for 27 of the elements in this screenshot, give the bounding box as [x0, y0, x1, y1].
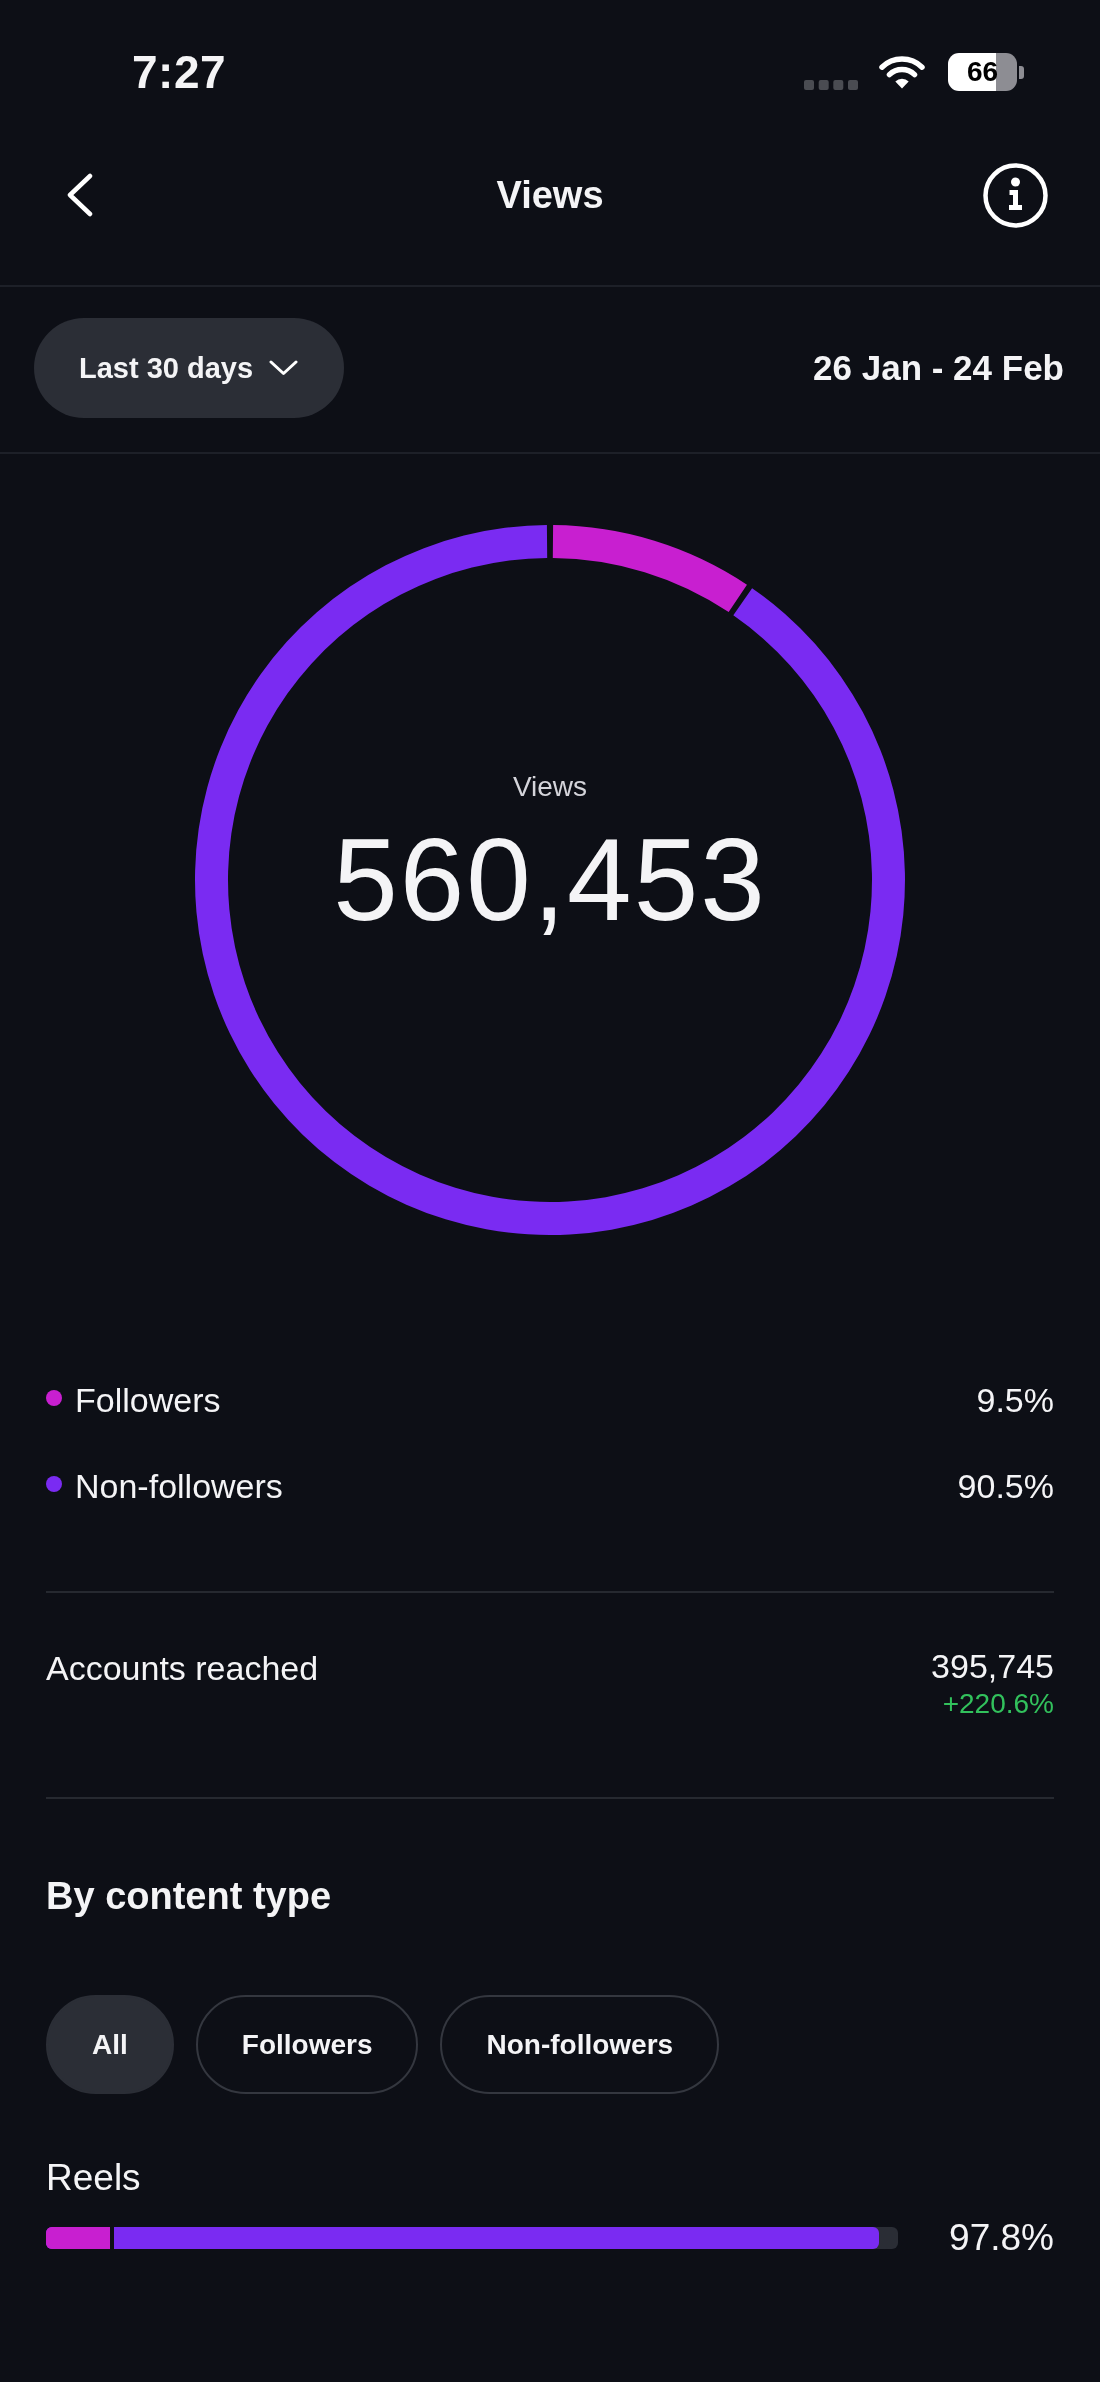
- filter-chip[interactable]: Followers: [195, 1995, 419, 2094]
- page-title: Views: [496, 173, 604, 217]
- signal-icon: [804, 80, 858, 90]
- info-button[interactable]: [983, 162, 1048, 228]
- wifi-icon: [879, 55, 925, 89]
- total-views-value: 560,453: [333, 820, 767, 940]
- metric-label: Accounts reached: [46, 1648, 319, 1689]
- legend-label: Followers: [75, 1380, 221, 1420]
- legend-percentage: 9.5%: [976, 1380, 1054, 1420]
- metric-change: +220.6%: [942, 1687, 1054, 1721]
- filter-chip[interactable]: Non-followers: [440, 1995, 720, 2094]
- chevron-down-icon: [269, 360, 299, 376]
- legend-label: Non-followers: [75, 1466, 283, 1506]
- period-dropdown[interactable]: Last 30 days: [34, 318, 345, 418]
- section-heading: By content type: [46, 1874, 333, 1919]
- chevron-left-icon: [67, 173, 93, 217]
- metric-value: 395,745: [931, 1646, 1054, 1686]
- status-time: 7:27: [132, 48, 227, 96]
- content-type-percentage: 97.8%: [948, 2217, 1054, 2259]
- filter-chip[interactable]: All: [46, 1995, 174, 2094]
- back-button[interactable]: [67, 173, 93, 217]
- chart-label: Views: [512, 772, 588, 802]
- content-type-label: Reels: [46, 2156, 142, 2200]
- info-icon: [983, 162, 1048, 228]
- battery-indicator: 66: [948, 53, 1024, 91]
- legend-percentage: 90.5%: [957, 1466, 1054, 1506]
- date-range: 26 Jan - 24 Feb: [813, 348, 1064, 388]
